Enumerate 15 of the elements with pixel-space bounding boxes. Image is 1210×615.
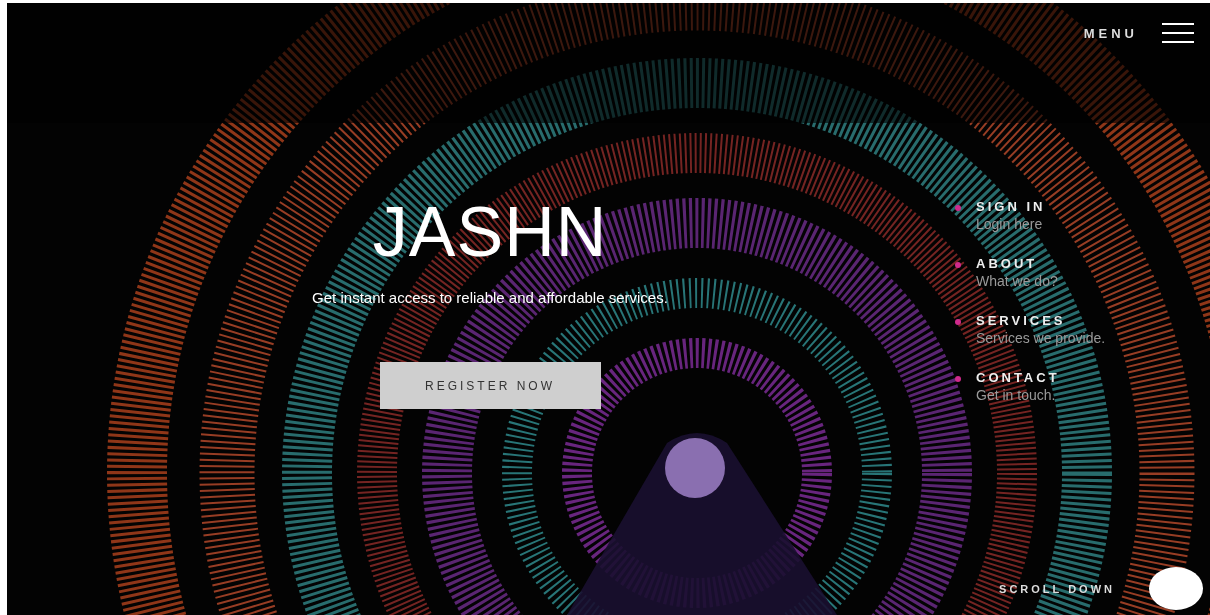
nav-link[interactable]: ABOUT <box>976 256 1058 272</box>
register-button[interactable]: REGISTER NOW <box>379 362 601 409</box>
nav-link[interactable]: CONTACT <box>976 370 1060 386</box>
bullet-icon <box>955 319 961 325</box>
tagline: Get instant access to reliable and affordable services. <box>312 289 668 306</box>
nav-caption: What we do? <box>976 272 1058 290</box>
nav-link[interactable]: SERVICES <box>976 313 1106 329</box>
menu-label[interactable]: MENU <box>1083 25 1138 41</box>
nav-link[interactable]: SIGN IN <box>976 199 1046 215</box>
site-title: JASHN <box>372 197 608 267</box>
menu-icon[interactable] <box>1162 23 1194 43</box>
bullet-icon <box>955 376 961 382</box>
scroll-down-link[interactable]: SCROLL DOWN <box>999 582 1115 595</box>
bullet-icon <box>955 205 961 211</box>
bullet-icon <box>955 262 961 268</box>
